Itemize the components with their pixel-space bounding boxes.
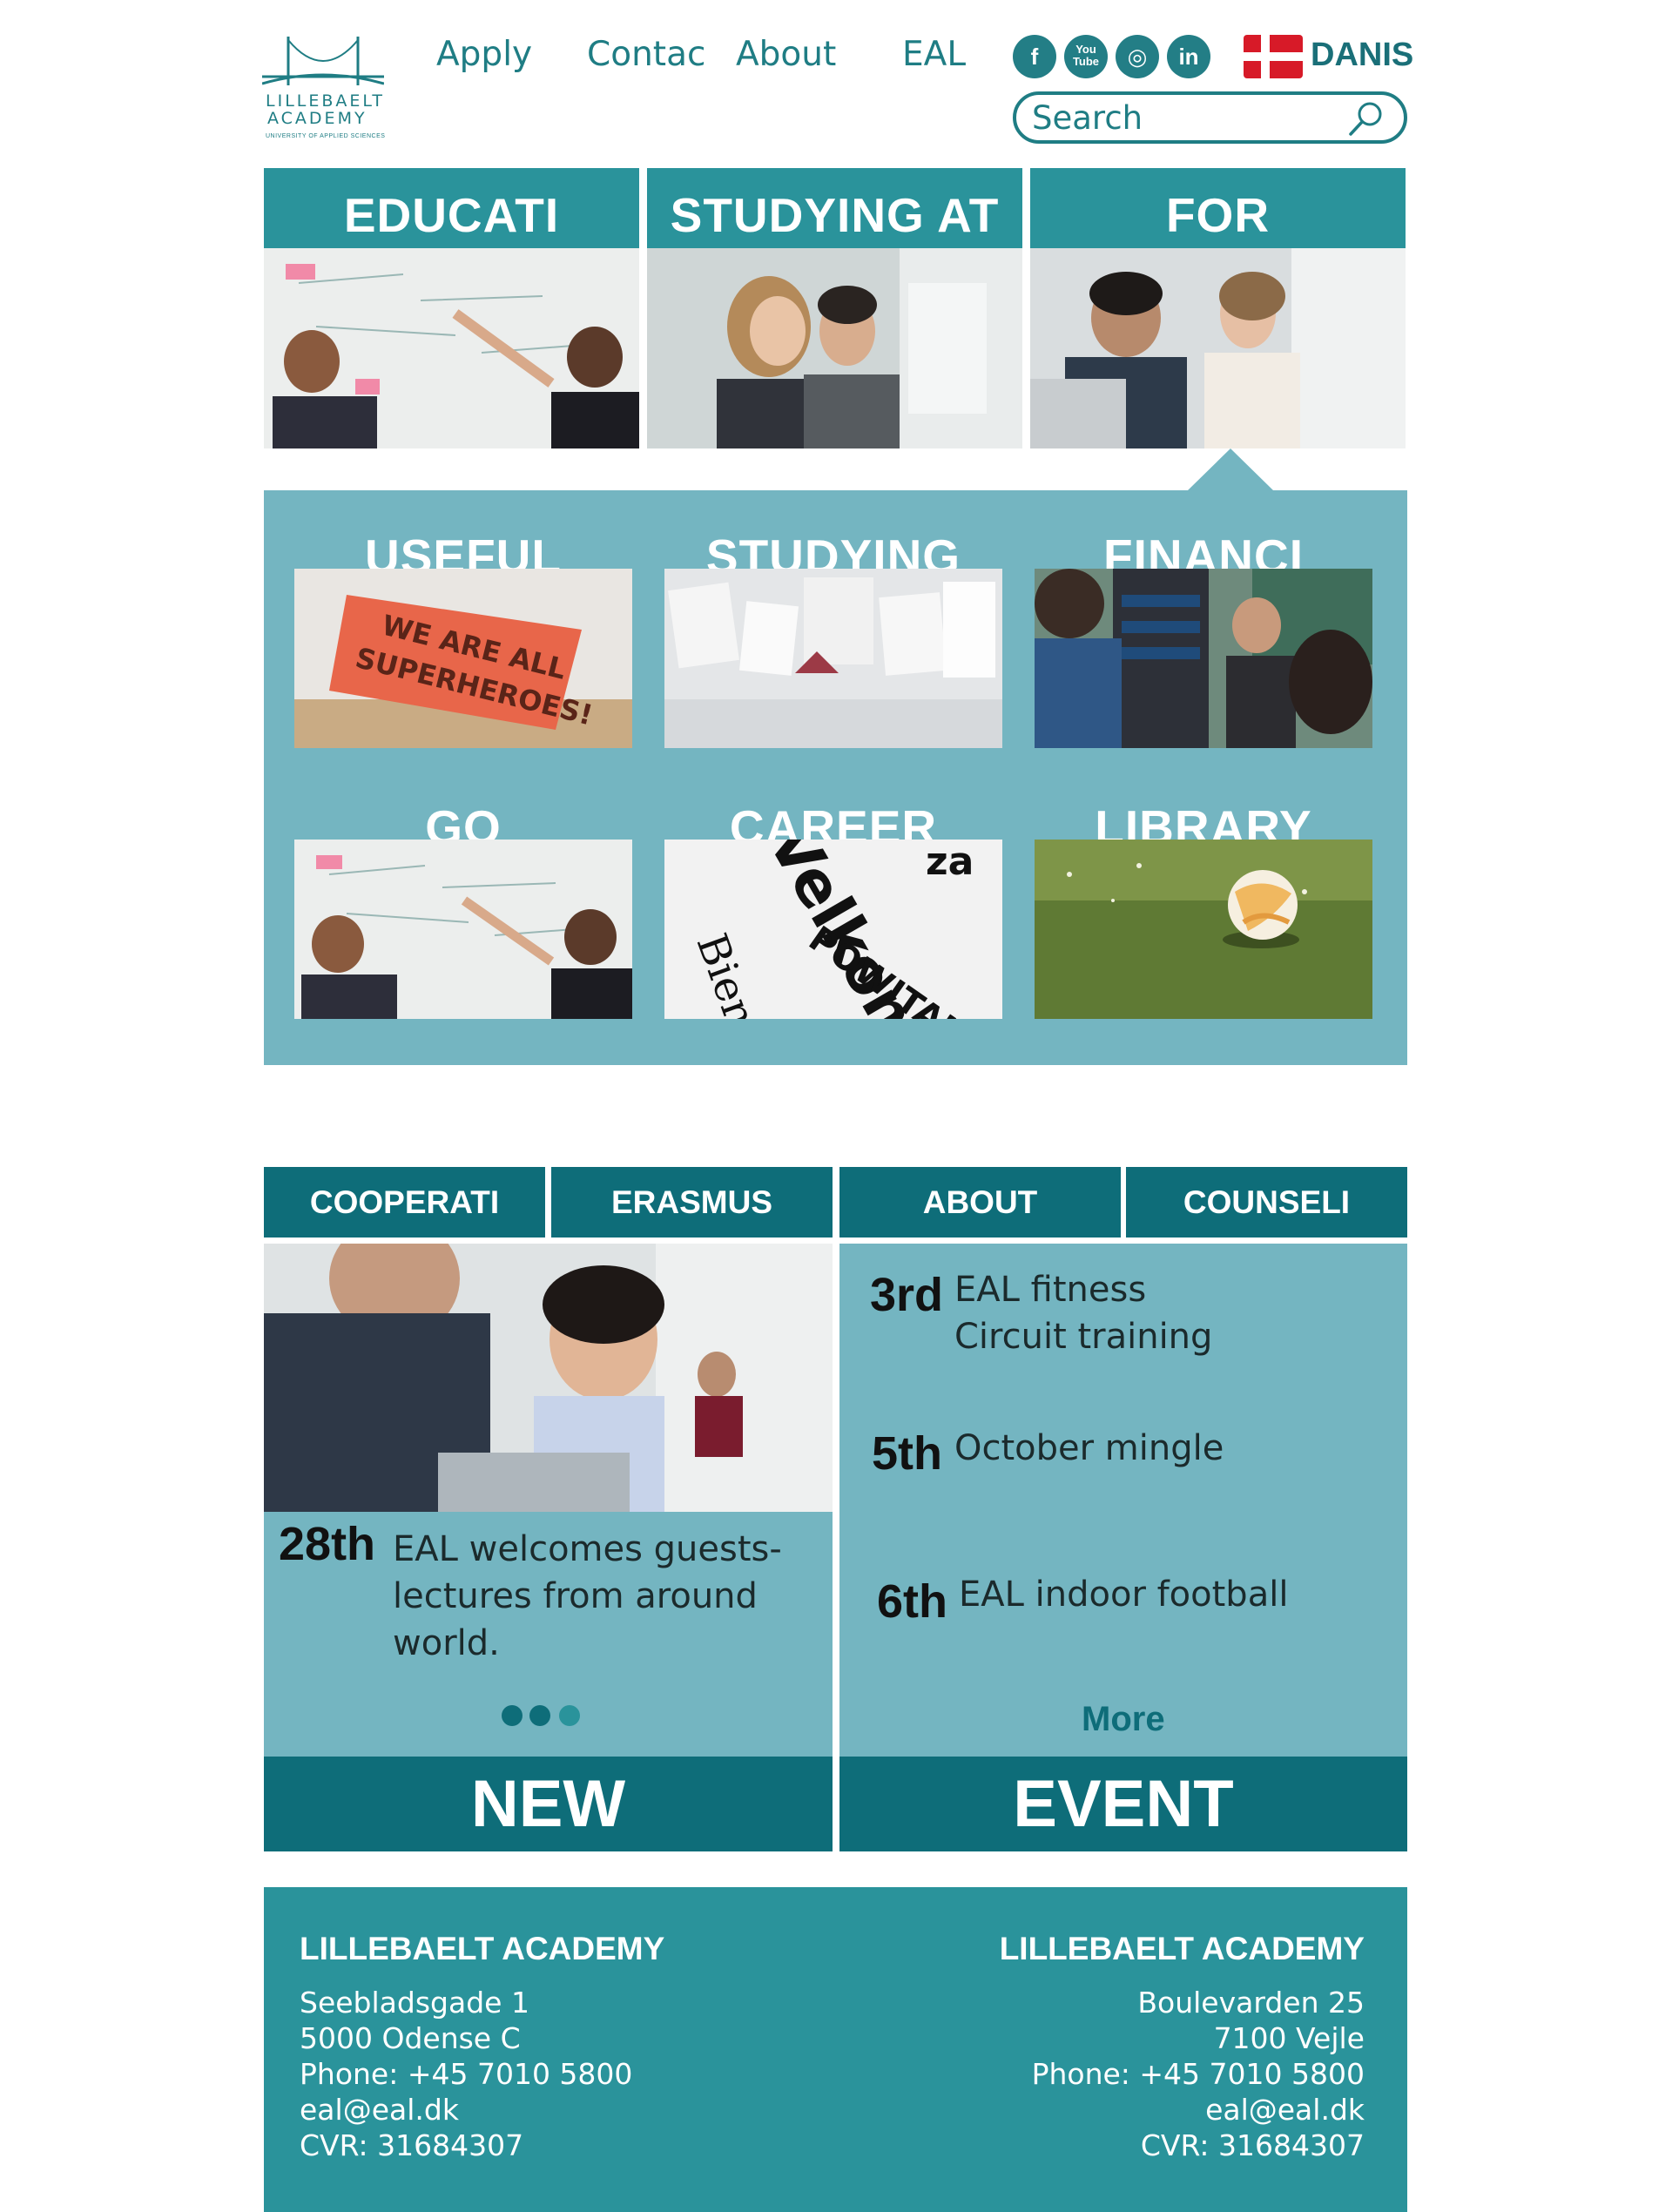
instagram-icon[interactable]: ◎ [1116, 35, 1159, 78]
card-studying-at[interactable]: STUDYING AT [647, 168, 1022, 448]
tab-counseling[interactable]: COUNSELI [1126, 1167, 1407, 1238]
card-title: FOR [1165, 188, 1271, 242]
event-date: 5th [872, 1427, 942, 1480]
footer: LILLEBAELT ACADEMY Seebladsgade 1 5000 O… [264, 1887, 1407, 2212]
nav-about[interactable]: About [736, 35, 836, 74]
carousel-dot-1[interactable] [502, 1705, 522, 1726]
event-date: 6th [877, 1575, 947, 1628]
events-more-link[interactable]: More [1082, 1700, 1165, 1739]
nav-apply[interactable]: Apply [436, 35, 532, 74]
facebook-icon[interactable]: f [1013, 35, 1056, 78]
card-title: EDUCATI [343, 188, 560, 242]
logo-tagline: UNIVERSITY OF APPLIED SCIENCES [266, 133, 386, 139]
youtube-icon[interactable]: You Tube [1064, 35, 1108, 78]
footer-left-title: LILLEBAELT ACADEMY [300, 1931, 665, 1966]
event-title[interactable]: October mingle [954, 1425, 1224, 1472]
logo-line-2: ACADEMY [267, 109, 367, 128]
news-date: 28th [279, 1518, 376, 1570]
submenu-library[interactable]: LIBRARY [1035, 799, 1372, 1019]
event-date: 3rd [870, 1269, 944, 1321]
event-line: Circuit training [954, 1317, 1213, 1357]
carousel-dot-2[interactable] [529, 1705, 550, 1726]
footer-cvr: CVR: 31684307 [300, 2128, 524, 2162]
welcome-words-artwork: Velkommen Bienvenue POWITANIE za [664, 840, 1002, 1019]
linkedin-icon[interactable]: in [1167, 35, 1210, 78]
event-title[interactable]: EAL fitness Circuit training [954, 1266, 1212, 1360]
whiteboard-photo [294, 840, 632, 1019]
card-for[interactable]: FOR [1030, 168, 1406, 448]
superheroes-sign-photo: WE ARE ALL SUPERHEROES! [294, 569, 632, 748]
carousel-dot-3[interactable] [559, 1705, 580, 1726]
events-panel: 3rd EAL fitness Circuit training 5th Oct… [839, 1244, 1407, 1757]
submenu-go[interactable]: GO [294, 799, 632, 1019]
events-band[interactable]: EVENT [839, 1757, 1407, 1851]
news-band[interactable]: NEW [264, 1757, 833, 1851]
news-panel: 28th EAL welcomes guests-lectures from a… [264, 1244, 833, 1757]
card-education[interactable]: EDUCATI [264, 168, 639, 448]
submenu-financial[interactable]: FINANCI [1035, 529, 1372, 748]
news-headline[interactable]: EAL welcomes guests-lectures from around… [393, 1526, 793, 1667]
academy-logo[interactable]: LILLEBAELT ACADEMY UNIVERSITY OF APPLIED… [262, 33, 386, 146]
submenu-studying[interactable]: STUDYING [664, 529, 1002, 748]
panel-pointer [1188, 448, 1273, 490]
submenu-panel: USEFUL WE ARE ALL SUPERHEROES! STUDYING … [264, 490, 1407, 1065]
search-input[interactable] [1032, 98, 1345, 137]
footer-cvr: CVR: 31684307 [1140, 2128, 1365, 2162]
footer-email[interactable]: eal@eal.dk [300, 2092, 632, 2128]
card-title: STUDYING AT [670, 188, 1000, 242]
logo-line-1: LILLEBAELT [266, 91, 385, 111]
whiteboard-photo [264, 248, 639, 448]
footer-address-line: Seebladsgade 1 [300, 1986, 529, 2020]
students-at-computer-photo [647, 248, 1022, 448]
students-with-laptop-photo [1030, 248, 1406, 448]
event-title[interactable]: EAL indoor football [959, 1571, 1288, 1618]
footer-left-address: Seebladsgade 1 5000 Odense C Phone: +45 … [300, 1985, 632, 2163]
logo-wordmark: LILLEBAELT ACADEMY [266, 92, 385, 127]
footer-phone[interactable]: Phone: +45 7010 5800 [300, 2056, 632, 2092]
footer-email[interactable]: eal@eal.dk [1032, 2092, 1365, 2128]
footer-address-line: 5000 Odense C [300, 2021, 521, 2055]
svg-text:za: za [926, 840, 974, 884]
danish-flag-icon[interactable] [1244, 35, 1303, 78]
footer-address-line: Boulevarden 25 [1137, 1986, 1365, 2020]
submenu-career[interactable]: CAREER Velkommen Bienvenue POWITANIE za [664, 799, 1002, 1019]
footer-right-title: LILLEBAELT ACADEMY [999, 1931, 1365, 1966]
tab-erasmus[interactable]: ERASMUS [551, 1167, 833, 1238]
footer-right-address: Boulevarden 25 7100 Vejle Phone: +45 701… [1032, 1985, 1365, 2163]
footer-phone[interactable]: Phone: +45 7010 5800 [1032, 2056, 1365, 2092]
search-icon[interactable] [1348, 100, 1385, 137]
server-rack-photo [1035, 569, 1372, 748]
bridge-logo-icon [262, 37, 384, 85]
search-box [1013, 91, 1407, 144]
tab-about[interactable]: ABOUT [839, 1167, 1121, 1238]
nav-eal[interactable]: EAL [902, 35, 966, 74]
hanging-papers-photo [664, 569, 1002, 748]
news-students-photo [264, 1244, 833, 1512]
nav-contact[interactable]: Contac [587, 35, 705, 74]
language-switch[interactable]: DANIS [1311, 37, 1413, 74]
tab-cooperation[interactable]: COOPERATI [264, 1167, 545, 1238]
submenu-useful[interactable]: USEFUL WE ARE ALL SUPERHEROES! [294, 529, 632, 748]
event-line: EAL fitness [954, 1270, 1147, 1310]
footer-address-line: 7100 Vejle [1213, 2021, 1365, 2055]
ball-on-grass-photo [1035, 840, 1372, 1019]
